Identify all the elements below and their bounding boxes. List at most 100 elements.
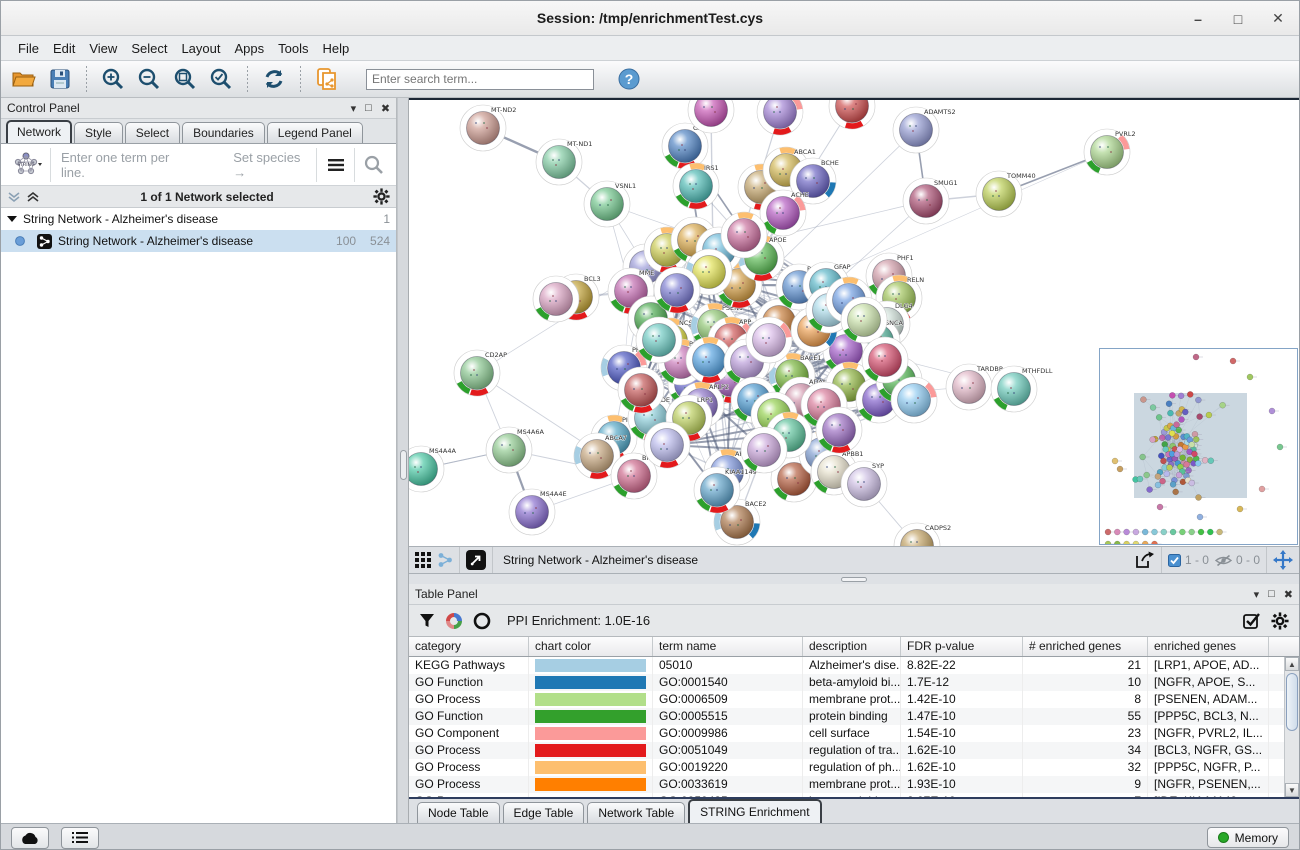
menu-item-select[interactable]: Select <box>124 39 174 58</box>
help-button[interactable]: ? <box>614 65 644 93</box>
task-history-button[interactable] <box>61 827 99 849</box>
gear-icon[interactable] <box>373 188 390 205</box>
minimize-button[interactable]: – <box>1185 7 1211 31</box>
string-search-button[interactable] <box>354 148 392 182</box>
network-node[interactable] <box>636 317 682 363</box>
memory-indicator[interactable]: Memory <box>1207 827 1289 848</box>
network-node[interactable]: CD2AP <box>454 350 507 396</box>
filter-icon[interactable] <box>419 613 435 629</box>
network-node[interactable]: MTHFDLL <box>991 366 1053 412</box>
tab-boundaries[interactable]: Boundaries <box>182 122 265 143</box>
panel-close-icon[interactable]: ✖ <box>381 102 390 115</box>
birdseye-navigator[interactable] <box>1099 348 1298 545</box>
network-node[interactable]: IRS1 <box>673 163 719 209</box>
horizontal-splitter-grip[interactable] <box>841 577 867 582</box>
table-row[interactable]: GO ProcessGO:0051049regulation of tra...… <box>409 742 1299 759</box>
scroll-down-button[interactable]: ▼ <box>1285 783 1299 797</box>
gear-icon[interactable] <box>1271 612 1289 630</box>
cloud-tasks-button[interactable] <box>11 827 49 849</box>
maximize-button[interactable]: □ <box>1225 7 1251 31</box>
table-row[interactable]: GO FunctionGO:0005515protein binding1.47… <box>409 708 1299 725</box>
zoom-in-button[interactable] <box>98 65 128 93</box>
ring-chart-icon[interactable] <box>473 612 491 630</box>
network-node[interactable]: MT-ND1 <box>536 139 592 185</box>
export-network-icon[interactable] <box>1135 551 1155 569</box>
network-node[interactable]: TOMM40 <box>976 171 1036 217</box>
grid-mode-icon[interactable] <box>415 552 431 568</box>
menu-item-apps[interactable]: Apps <box>228 39 272 58</box>
network-node[interactable] <box>654 267 700 313</box>
tab-string-enrichment[interactable]: STRING Enrichment <box>688 799 821 823</box>
network-collection-row[interactable]: String Network - Alzheimer's disease 1 <box>1 208 396 230</box>
menu-item-help[interactable]: Help <box>316 39 357 58</box>
network-node[interactable] <box>862 337 908 383</box>
string-options-button[interactable] <box>316 148 354 182</box>
tab-select[interactable]: Select <box>125 122 180 143</box>
table-row[interactable]: GO ProcessGO:0050435beta-amyloid m...2.0… <box>409 793 1299 797</box>
network-node[interactable] <box>757 100 803 135</box>
network-node[interactable] <box>644 422 690 468</box>
table-row[interactable]: KEGG Pathways05010Alzheimer's dise...8.8… <box>409 657 1299 674</box>
table-row[interactable]: GO ProcessGO:0019220regulation of ph...1… <box>409 759 1299 776</box>
network-node[interactable]: ACHE <box>760 190 809 236</box>
column-header-1[interactable]: chart color <box>529 637 653 656</box>
column-header-0[interactable]: category <box>409 637 529 656</box>
menu-item-edit[interactable]: Edit <box>46 39 82 58</box>
network-node[interactable] <box>816 407 862 453</box>
network-node[interactable] <box>533 276 579 322</box>
network-node[interactable]: MS4A4E <box>509 489 567 535</box>
tab-network-table[interactable]: Network Table <box>587 802 685 823</box>
scroll-up-button[interactable]: ▲ <box>1285 657 1299 671</box>
pan-compass-icon[interactable] <box>1273 550 1293 570</box>
column-header-3[interactable]: description <box>803 637 901 656</box>
expand-all-icon[interactable] <box>26 191 41 203</box>
zoom-out-button[interactable] <box>134 65 164 93</box>
save-session-button[interactable] <box>45 65 75 93</box>
network-node[interactable]: MS4A4A <box>409 446 456 492</box>
detach-view-icon[interactable] <box>466 550 486 570</box>
network-node[interactable]: SMUG1 <box>903 178 958 224</box>
tab-node-table[interactable]: Node Table <box>417 802 500 823</box>
network-node[interactable] <box>618 367 664 413</box>
tab-network[interactable]: Network <box>6 120 72 143</box>
network-node[interactable] <box>891 377 937 423</box>
table-row[interactable]: GO FunctionGO:0001540beta-amyloid bi...1… <box>409 674 1299 691</box>
table-row[interactable]: GO ProcessGO:0006509membrane prot...1.42… <box>409 691 1299 708</box>
horizontal-splitter[interactable] <box>409 574 1299 584</box>
network-node[interactable] <box>741 427 787 473</box>
network-node[interactable]: PVRL2 <box>1084 129 1136 175</box>
splitter-grip[interactable] <box>400 450 407 480</box>
menu-item-layout[interactable]: Layout <box>174 39 227 58</box>
column-header-4[interactable]: FDR p-value <box>901 637 1023 656</box>
network-node[interactable] <box>841 297 887 343</box>
share-view-icon[interactable] <box>437 552 453 568</box>
panel-splitter[interactable] <box>397 98 409 823</box>
menu-item-file[interactable]: File <box>11 39 46 58</box>
table-row[interactable]: GO ProcessGO:0033619membrane prot...1.93… <box>409 776 1299 793</box>
network-node[interactable]: SYP <box>841 461 887 507</box>
open-session-button[interactable] <box>9 65 39 93</box>
panel-close-icon[interactable]: ✖ <box>1284 588 1293 601</box>
network-node[interactable] <box>721 212 767 258</box>
network-canvas[interactable]: MT-ND2MT-ND1VSNL1GAB2ADAMTS2SMUG1TOMM40P… <box>409 98 1299 546</box>
search-input[interactable] <box>366 69 594 90</box>
clone-network-button[interactable] <box>312 65 342 93</box>
panel-menu-icon[interactable]: ▾ <box>351 102 357 115</box>
collapse-all-icon[interactable] <box>7 191 22 203</box>
tree-expand-icon[interactable] <box>7 215 17 223</box>
panel-float-icon[interactable]: □ <box>1268 588 1275 600</box>
zoom-fit-button[interactable] <box>170 65 200 93</box>
network-node[interactable]: VSNL1 <box>584 181 636 227</box>
network-node[interactable]: MS4A6A <box>486 427 544 473</box>
enrichment-chart-icon[interactable] <box>445 612 463 630</box>
column-header-2[interactable]: term name <box>653 637 803 656</box>
select-columns-icon[interactable] <box>1243 612 1261 630</box>
close-button[interactable]: ✕ <box>1265 7 1291 31</box>
tab-legend-panel[interactable]: Legend Panel <box>267 122 363 143</box>
refresh-button[interactable] <box>259 65 289 93</box>
table-row[interactable]: GO ComponentGO:0009986cell surface1.54E-… <box>409 725 1299 742</box>
navigator-graph[interactable] <box>1100 349 1297 544</box>
network-node[interactable]: ADAMTS2 <box>893 107 956 153</box>
menu-item-tools[interactable]: Tools <box>271 39 315 58</box>
panel-float-icon[interactable]: □ <box>365 102 372 114</box>
